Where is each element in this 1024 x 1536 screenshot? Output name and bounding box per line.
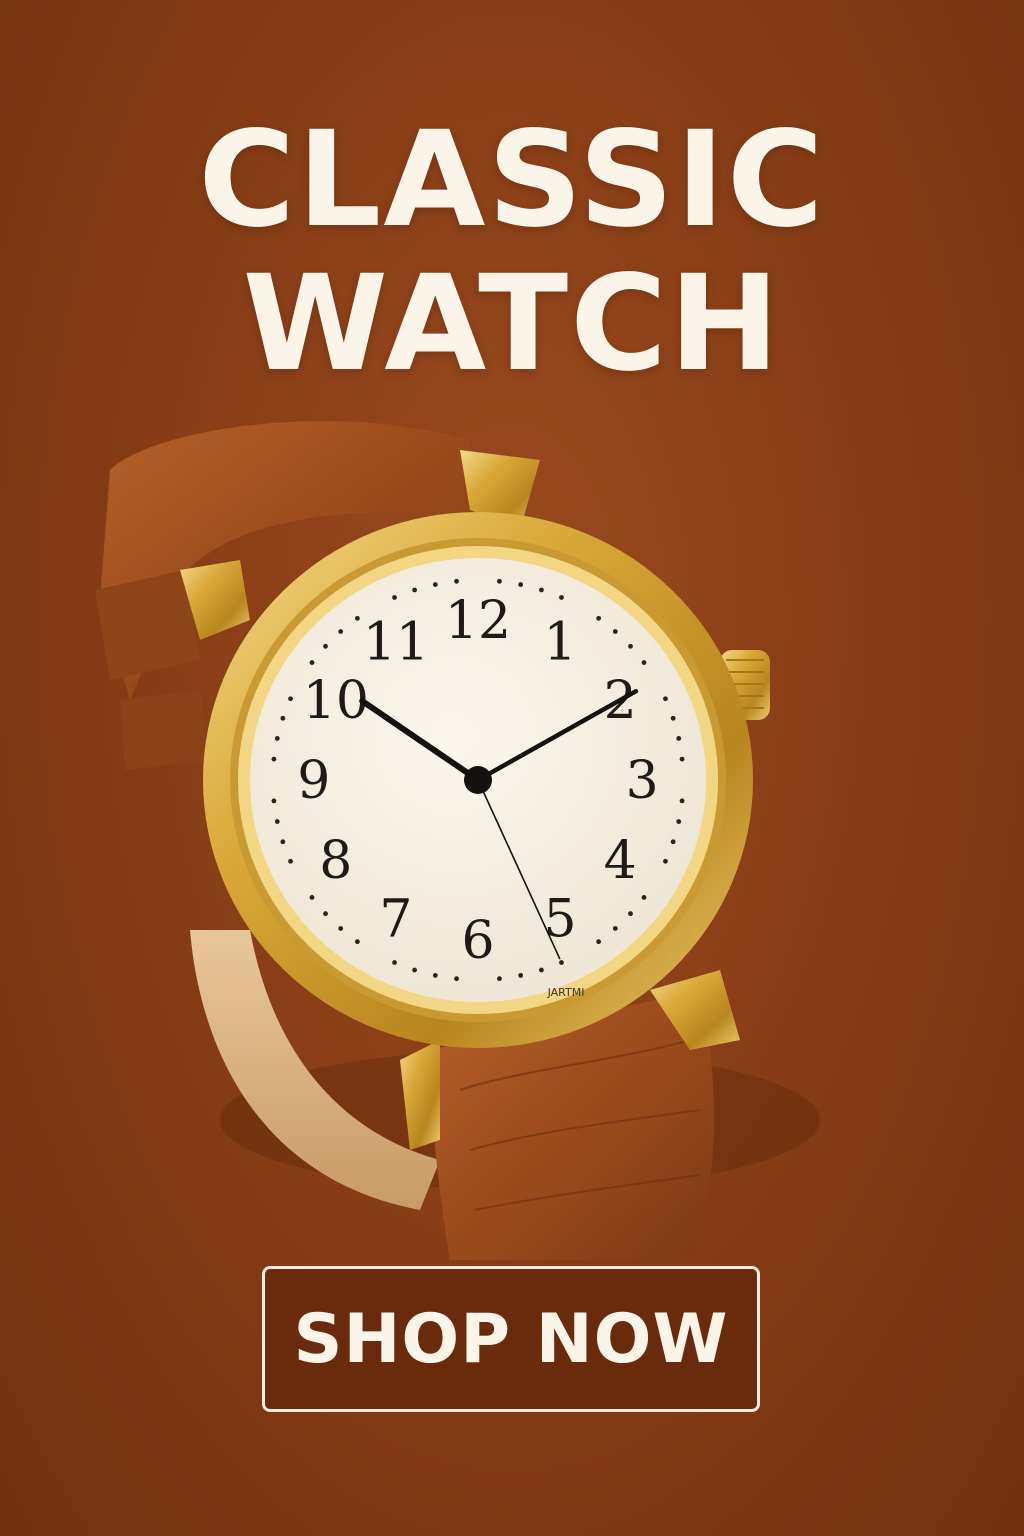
minute-marker: [354, 939, 360, 945]
dial-numeral: 3: [626, 751, 659, 811]
minute-marker: [497, 976, 502, 982]
minute-marker: [412, 587, 417, 593]
dial-numeral: 11: [363, 613, 429, 673]
minute-marker: [454, 578, 459, 584]
minute-marker: [280, 715, 286, 721]
minute-marker: [676, 819, 682, 824]
minute-marker: [338, 629, 344, 634]
minute-marker: [454, 976, 459, 982]
minute-marker: [679, 756, 685, 762]
minute-marker: [559, 960, 564, 965]
minute-marker: [539, 967, 544, 973]
minute-marker: [323, 643, 328, 649]
dial-numeral: 8: [319, 831, 352, 891]
dial-numeral: 4: [604, 831, 637, 891]
dial-numeral: 10: [303, 671, 369, 731]
minute-marker: [309, 660, 315, 665]
minute-marker: [274, 736, 280, 741]
minute-marker: [670, 715, 676, 721]
minute-marker: [288, 858, 293, 864]
dial-numeral: 12: [445, 591, 511, 651]
dial-numeral: 5: [544, 889, 577, 949]
dial-numeral: 6: [461, 911, 494, 971]
minute-marker: [663, 696, 668, 702]
strap-keeper: [95, 570, 200, 680]
center-pin: [464, 766, 492, 794]
minute-marker: [596, 615, 602, 621]
minute-marker: [354, 615, 360, 621]
minute-marker: [288, 696, 293, 702]
minute-marker: [392, 595, 397, 600]
minute-marker: [497, 578, 502, 584]
minute-marker: [612, 926, 618, 931]
minute-marker: [271, 756, 277, 762]
minute-marker: [596, 939, 602, 945]
minute-marker: [518, 582, 524, 587]
headline-line-1: CLASSIC: [198, 103, 826, 257]
minute-marker: [271, 798, 277, 804]
minute-marker: [628, 643, 633, 649]
shop-now-label: SHOP NOW: [293, 1299, 729, 1379]
watch-product-image: 121234567891011 JARTMI: [95, 421, 820, 1260]
minute-marker: [518, 973, 524, 978]
watch-ad-poster: CLASSIC WATCH 12 1 3 4 5 6 7 8 9 10 11 J…: [0, 0, 1024, 1536]
brand-mark: JARTMI: [547, 986, 585, 999]
minute-marker: [628, 911, 633, 917]
minute-marker: [663, 858, 668, 864]
minute-marker: [641, 660, 647, 665]
dial-numeral: 1: [544, 613, 577, 673]
dial-numeral: 7: [379, 889, 412, 949]
minute-marker: [338, 926, 344, 931]
minute-marker: [612, 629, 618, 634]
minute-marker: [280, 839, 286, 845]
headline-line-2: WATCH: [242, 247, 782, 401]
minute-marker: [679, 798, 685, 804]
minute-marker: [676, 736, 682, 741]
dial-numeral: 9: [297, 751, 330, 811]
minute-marker: [392, 960, 397, 965]
minute-marker: [539, 587, 544, 593]
shop-now-button[interactable]: SHOP NOW: [262, 1266, 760, 1412]
minute-marker: [641, 895, 647, 900]
minute-marker: [309, 895, 315, 900]
minute-marker: [323, 911, 328, 917]
minute-marker: [412, 967, 417, 973]
minute-marker: [432, 973, 438, 978]
minute-marker: [274, 819, 280, 824]
minute-marker: [559, 595, 564, 600]
minute-marker: [670, 839, 676, 845]
minute-marker: [432, 582, 438, 587]
